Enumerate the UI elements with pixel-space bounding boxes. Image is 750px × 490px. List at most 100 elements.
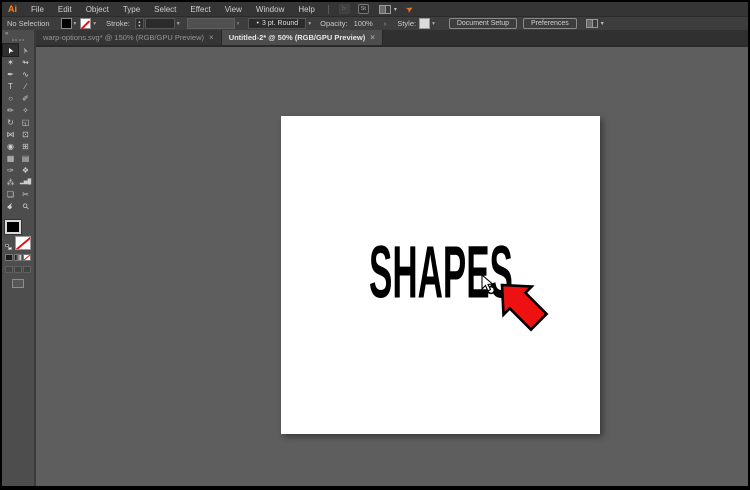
- shapes-text[interactable]: SHAPES: [369, 235, 513, 309]
- chevron-down-icon[interactable]: ▾: [93, 21, 96, 27]
- tab-label: warp-options.svg* @ 150% (RGB/GPU Previe…: [43, 33, 205, 42]
- selection-tool[interactable]: ➤: [2, 43, 19, 57]
- type-tool[interactable]: T: [3, 80, 18, 92]
- column-graph-tool-icon: ▂▅█: [19, 179, 32, 185]
- chevron-down-icon[interactable]: ▾: [432, 21, 435, 27]
- magic-wand-tool[interactable]: ✶: [3, 56, 18, 68]
- mesh-tool[interactable]: ▦: [3, 152, 18, 164]
- opacity-label: Opacity:: [320, 19, 348, 28]
- artboard-tool[interactable]: ❏: [3, 188, 18, 200]
- canvas-area[interactable]: SHAPES: [36, 47, 748, 486]
- draw-normal-button[interactable]: [5, 266, 13, 273]
- menu-type[interactable]: Type: [116, 5, 147, 14]
- opacity-value[interactable]: 100%: [354, 19, 373, 28]
- gradient-button[interactable]: [14, 254, 22, 261]
- free-transform-tool-icon: ⊡: [22, 129, 29, 139]
- perspective-grid-tool-icon: ⊞: [22, 141, 29, 151]
- menu-object[interactable]: Object: [79, 5, 116, 14]
- menu-view[interactable]: View: [218, 5, 249, 14]
- shaper-tool[interactable]: ✧: [18, 104, 33, 116]
- color-button[interactable]: [5, 254, 13, 261]
- paintbrush-tool-icon: ✐: [22, 93, 29, 103]
- draw-behind-button[interactable]: [14, 266, 22, 273]
- line-segment-tool[interactable]: ∕: [18, 80, 33, 92]
- brush-definition-dropdown[interactable]: • 3 pt. Round: [248, 18, 307, 29]
- tab-close-icon[interactable]: ×: [370, 33, 375, 42]
- artboard-tool-icon: ❏: [6, 189, 15, 199]
- perspective-grid-tool[interactable]: ⊞: [18, 140, 33, 152]
- workspace-switcher-icon[interactable]: [378, 4, 391, 14]
- arrange-documents-icon[interactable]: [585, 19, 598, 28]
- type-tool-icon: T: [8, 81, 13, 91]
- none-button[interactable]: [23, 254, 31, 261]
- tab-close-icon[interactable]: ×: [209, 33, 214, 42]
- collapse-panel-button[interactable]: «: [2, 30, 34, 38]
- preferences-button[interactable]: Preferences: [523, 18, 577, 29]
- default-fill-stroke-icon[interactable]: [5, 244, 12, 250]
- adobe-stock-icon[interactable]: St: [357, 4, 369, 14]
- fill-color-swatch[interactable]: [60, 18, 72, 29]
- graphic-style-swatch[interactable]: [419, 18, 431, 29]
- gradient-tool-icon: ▤: [21, 153, 30, 163]
- blend-tool[interactable]: ❖: [18, 164, 33, 176]
- artboard[interactable]: SHAPES: [281, 116, 600, 434]
- gradient-tool[interactable]: ▤: [18, 152, 33, 164]
- rotate-tool[interactable]: ↻: [3, 116, 18, 128]
- width-profile-dropdown[interactable]: [186, 18, 235, 29]
- menu-select[interactable]: Select: [147, 5, 183, 14]
- menu-file[interactable]: File: [24, 5, 51, 14]
- menu-edit[interactable]: Edit: [51, 5, 79, 14]
- stroke-weight-stepper[interactable]: ▲ ▼: [134, 18, 144, 29]
- chevron-down-icon[interactable]: ▾: [394, 6, 397, 13]
- draw-inside-button[interactable]: [23, 266, 31, 273]
- menu-window[interactable]: Window: [249, 5, 291, 14]
- free-transform-tool[interactable]: ⊡: [18, 128, 33, 140]
- panel-drag-handle[interactable]: [12, 39, 24, 41]
- paintbrush-tool[interactable]: ✐: [18, 92, 33, 104]
- eyedropper-tool[interactable]: ✑: [3, 164, 18, 176]
- chevron-down-icon[interactable]: ▾: [177, 21, 180, 27]
- document-setup-button[interactable]: Document Setup: [448, 18, 518, 29]
- mesh-tool-icon: ▦: [6, 153, 15, 163]
- menu-effect[interactable]: Effect: [183, 5, 217, 14]
- menu-items: File Edit Object Type Select Effect View Window…: [24, 5, 322, 14]
- menu-bar: Ai File Edit Object Type Select Effect View Win…: [2, 2, 748, 16]
- lasso-tool[interactable]: ↬: [18, 56, 33, 68]
- share-icon[interactable]: ➤: [404, 2, 416, 15]
- tab-label: Untitled-2* @ 50% (RGB/GPU Preview): [228, 33, 366, 42]
- scale-tool[interactable]: ◱: [18, 116, 33, 128]
- shape-builder-tool[interactable]: ◉: [3, 140, 18, 152]
- column-graph-tool[interactable]: ▂▅█: [18, 176, 33, 188]
- stroke-color-swatch[interactable]: [80, 18, 92, 29]
- direct-selection-tool[interactable]: ➢: [18, 44, 33, 56]
- zoom-tool[interactable]: ⚲: [18, 200, 33, 212]
- document-tab-1[interactable]: warp-options.svg* @ 150% (RGB/GPU Previe…: [36, 30, 222, 45]
- symbol-sprayer-tool[interactable]: ⁂: [3, 176, 18, 188]
- opacity-more-options[interactable]: ›: [384, 19, 387, 28]
- fill-swatch[interactable]: [4, 219, 22, 235]
- pen-tool-icon: ✒: [7, 69, 14, 79]
- chevron-down-icon[interactable]: ▾: [601, 20, 604, 27]
- stroke-swatch[interactable]: [15, 236, 31, 250]
- ellipse-tool[interactable]: ○: [3, 92, 18, 104]
- blend-tool-icon: ❖: [21, 165, 30, 175]
- chevron-down-icon[interactable]: ▾: [308, 21, 311, 27]
- menu-separator: [327, 4, 329, 14]
- chevron-down-icon[interactable]: ▾: [74, 21, 77, 27]
- change-screen-mode-button[interactable]: [12, 279, 24, 288]
- stroke-weight-dropdown[interactable]: [144, 18, 175, 29]
- hand-tool-icon: ☛: [4, 200, 17, 212]
- pen-tool[interactable]: ✒: [3, 68, 18, 80]
- pencil-tool[interactable]: ✏: [3, 104, 18, 116]
- width-tool[interactable]: ⋈: [3, 128, 18, 140]
- document-tab-2[interactable]: Untitled-2* @ 50% (RGB/GPU Preview) ×: [221, 30, 383, 45]
- bridge-icon[interactable]: Br: [338, 4, 350, 14]
- red-arrow-graphic[interactable]: [497, 280, 553, 336]
- curvature-tool[interactable]: ∿: [18, 68, 33, 80]
- menu-help[interactable]: Help: [291, 5, 321, 14]
- stroke-label: Stroke:: [106, 19, 130, 28]
- slice-tool[interactable]: ✂: [18, 188, 33, 200]
- artboard-content: SHAPES: [281, 116, 600, 434]
- control-bar: No Selection ▾ ▾ Stroke: ▲ ▼ ▾ ▾ • 3 pt. …: [2, 16, 748, 30]
- hand-tool[interactable]: ☛: [3, 200, 18, 212]
